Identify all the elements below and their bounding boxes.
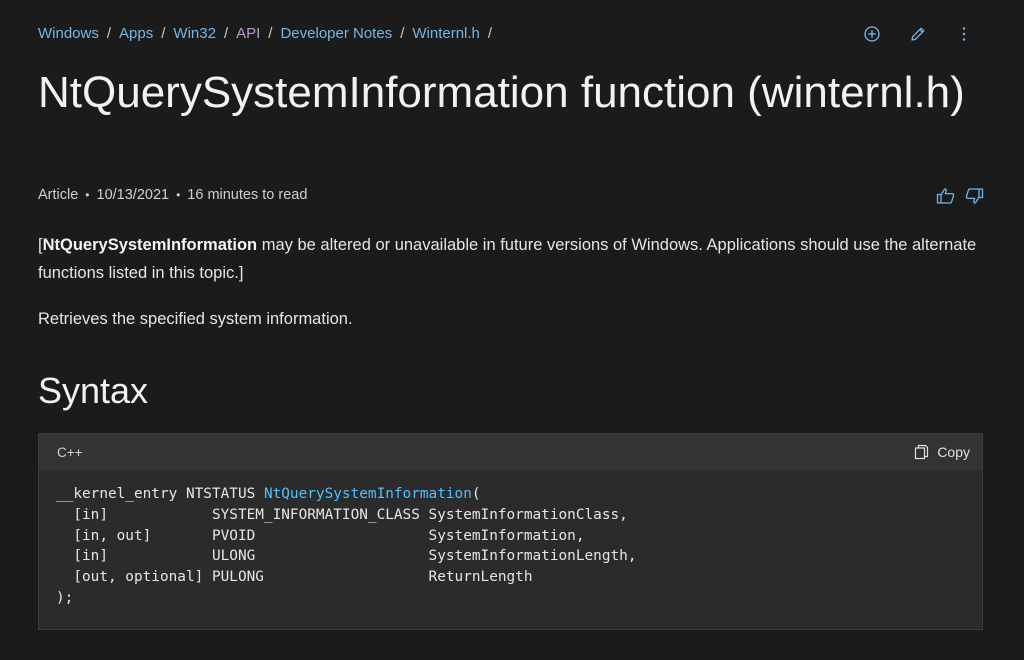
meta-separator: •	[85, 188, 90, 202]
code-line: [in] ULONG SystemInformationLength,	[56, 548, 637, 565]
article-date: 10/13/2021	[96, 187, 170, 203]
article-meta: Article • 10/13/2021 • 16 minutes to rea…	[38, 187, 307, 203]
code-line: );	[56, 589, 74, 606]
syntax-heading: Syntax	[38, 370, 149, 411]
code-line: [out, optional] PULONG ReturnLength	[56, 569, 533, 586]
breadcrumb-separator: /	[487, 25, 493, 42]
copy-button[interactable]: Copy	[914, 444, 970, 460]
thumbs-down-icon[interactable]	[964, 186, 984, 206]
breadcrumb-separator: /	[223, 25, 229, 42]
breadcrumb-win32[interactable]: Win32	[173, 25, 216, 42]
code-prefix: __kernel_entry NTSTATUS	[56, 486, 264, 502]
breadcrumb-separator: /	[106, 25, 112, 42]
code-function-name: NtQuerySystemInformation	[263, 486, 472, 502]
breadcrumb: Windows / Apps / Win32 / API / Developer…	[38, 25, 500, 42]
function-name-bold: NtQuerySystemInformation	[42, 236, 258, 254]
pencil-icon[interactable]	[908, 24, 928, 44]
feedback-buttons	[936, 186, 984, 206]
page-title: NtQuerySystemInformation function (winte…	[38, 68, 965, 117]
code-header: C++ Copy	[39, 434, 982, 470]
thumbs-up-icon[interactable]	[936, 186, 956, 206]
function-summary: Retrieves the specified system informati…	[38, 310, 353, 328]
breadcrumb-api[interactable]: API	[236, 25, 260, 42]
more-vertical-icon[interactable]	[954, 24, 974, 44]
code-content: __kernel_entry NTSTATUS NtQuerySystemInf…	[39, 470, 982, 609]
breadcrumb-winternl-h[interactable]: Winternl.h	[412, 25, 480, 42]
page-actions	[862, 24, 974, 44]
copy-icon	[915, 444, 929, 460]
code-line: [in] SYSTEM_INFORMATION_CLASS SystemInfo…	[56, 506, 628, 523]
deprecation-notice: [NtQuerySystemInformation may be altered…	[38, 231, 978, 287]
plus-circle-icon[interactable]	[862, 24, 882, 44]
code-open-paren: (	[471, 486, 481, 502]
breadcrumb-separator: /	[268, 25, 273, 42]
breadcrumb-apps[interactable]: Apps	[119, 25, 153, 42]
breadcrumb-windows[interactable]: Windows	[38, 25, 99, 42]
code-block: C++ Copy __kernel_entry NTSTATUS NtQuery…	[38, 433, 983, 630]
copy-label: Copy	[937, 444, 970, 460]
code-language: C++	[57, 444, 83, 460]
breadcrumb-separator: /	[161, 25, 166, 42]
read-time: 16 minutes to read	[187, 187, 308, 203]
meta-separator: •	[176, 188, 181, 202]
breadcrumb-developer-notes[interactable]: Developer Notes	[280, 25, 392, 42]
article-type: Article	[38, 187, 79, 203]
breadcrumb-separator: /	[400, 25, 405, 42]
code-line: [in, out] PVOID SystemInformation,	[56, 527, 585, 544]
